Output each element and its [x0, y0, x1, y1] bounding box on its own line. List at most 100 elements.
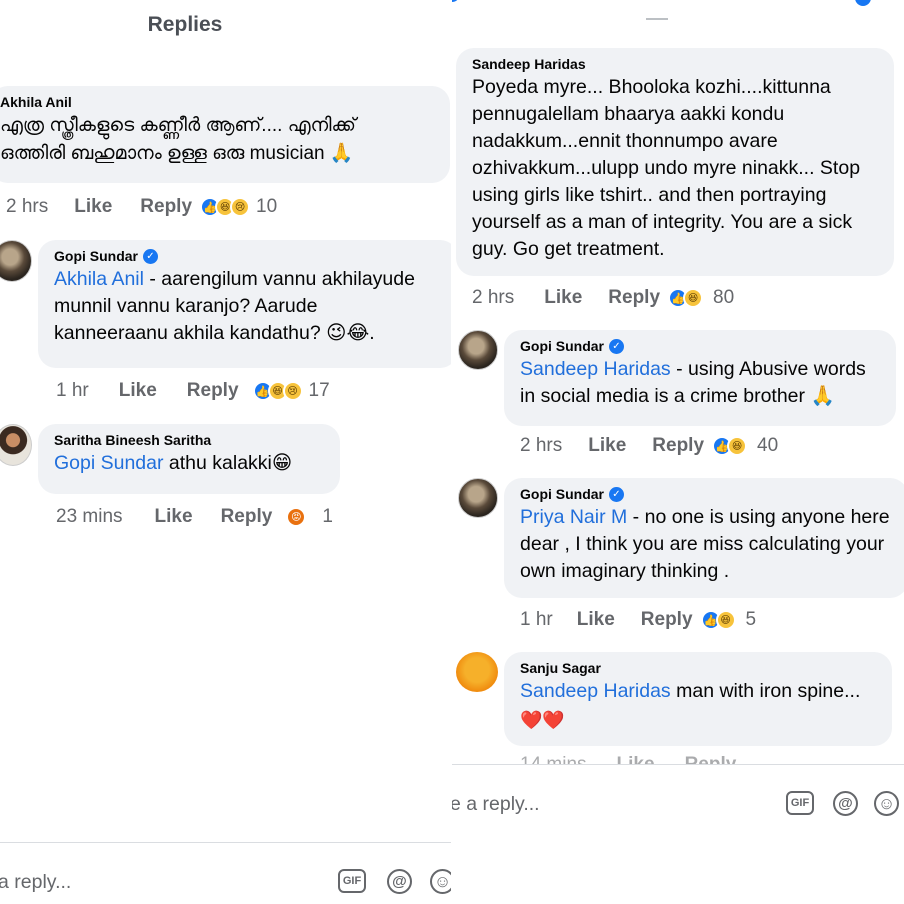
haha-reaction-icon: 😆: [715, 610, 736, 630]
gif-icon[interactable]: GIF: [338, 869, 366, 893]
comment-bubble: Sandeep Haridas Poyeda myre... Bhooloka …: [456, 48, 894, 276]
like-button[interactable]: Like: [577, 609, 615, 631]
comment-meta: 23 mins Like Reply 😡 1: [56, 506, 333, 528]
reaction-count: 40: [757, 435, 779, 456]
avatar[interactable]: [0, 424, 32, 466]
comment-author[interactable]: Gopi Sundar ✓: [520, 338, 882, 354]
reply-button[interactable]: Reply: [608, 287, 660, 309]
reply-input[interactable]: e a reply...: [452, 793, 540, 816]
reply-button[interactable]: Reply: [187, 380, 239, 402]
comment-author[interactable]: Sandeep Haridas: [472, 56, 880, 72]
comment-author[interactable]: Gopi Sundar ✓: [520, 486, 894, 502]
reaction-icons[interactable]: 👍 😆 😢: [252, 381, 303, 401]
comment-time[interactable]: 2 hrs: [472, 287, 514, 309]
verified-badge-icon: ✓: [143, 248, 158, 264]
reply-composer[interactable]: e a reply... GIF @ ☺: [452, 764, 904, 904]
right-screenshot: Sandeep Haridas Poyeda myre... Bhooloka …: [452, 0, 904, 904]
mention-link[interactable]: Sandeep Haridas: [520, 680, 671, 702]
reaction-count: 10: [256, 196, 278, 217]
comment-text: Priya Nair M - no one is using anyone he…: [520, 504, 894, 585]
comment-bubble: Saritha Bineesh Saritha Gopi Sundar athu…: [38, 424, 340, 494]
reply-button[interactable]: Reply: [221, 506, 273, 528]
author-name[interactable]: Gopi Sundar: [520, 338, 604, 354]
comment-text-body: athu kalakki😁: [163, 452, 293, 474]
top-remnant-icon: [855, 0, 871, 6]
comment-text-line: എത്ര സ്ത്രീകളുടെ കണ്ണീർ ആണ്.... എനിക്ക്: [0, 115, 356, 136]
page-title: Replies: [147, 13, 223, 36]
comment-text: Akhila Anil - aarengilum vannu akhilayud…: [54, 266, 444, 347]
sad-reaction-icon: 😢: [230, 197, 251, 217]
gif-icon[interactable]: GIF: [786, 791, 814, 815]
angry-reaction-icon: 😡: [286, 507, 307, 527]
author-name[interactable]: Gopi Sundar: [54, 248, 138, 264]
comment-time[interactable]: 1 hr: [56, 380, 89, 402]
mention-at-icon[interactable]: @: [387, 869, 412, 894]
comment-text: Sandeep Haridas man with iron spine...: [520, 678, 878, 705]
emoji-icon[interactable]: ☺: [874, 791, 899, 816]
mention-link[interactable]: Priya Nair M: [520, 506, 627, 528]
reaction-icons[interactable]: 👍 😆: [700, 610, 736, 630]
like-button[interactable]: Like: [119, 380, 157, 402]
comment-text-body: man with iron spine...: [670, 680, 861, 702]
reaction-count: 80: [713, 287, 735, 308]
comment-author[interactable]: Akhila Anil: [0, 94, 436, 110]
reaction-icons[interactable]: 😡: [286, 507, 307, 527]
haha-reaction-icon: 😆: [727, 436, 748, 456]
like-button[interactable]: Like: [74, 196, 112, 218]
sad-reaction-icon: 😢: [282, 381, 303, 401]
comment-author[interactable]: Sanju Sagar: [520, 660, 878, 676]
comment-bubble: Gopi Sundar ✓ Priya Nair M - no one is u…: [504, 478, 904, 598]
left-screenshot: Replies Akhila Anil എത്ര സ്ത്രീകളുടെ കണ്…: [0, 0, 452, 904]
comment-time[interactable]: 2 hrs: [6, 196, 48, 218]
comment-text: Gopi Sundar athu kalakki😁: [54, 450, 326, 477]
comment-meta: 2 hrs Like Reply 👍 😆 80: [472, 287, 734, 309]
comment-bubble: Akhila Anil എത്ര സ്ത്രീകളുടെ കണ്ണീർ ആണ്.…: [0, 86, 450, 183]
author-name[interactable]: Gopi Sundar: [520, 486, 604, 502]
comment-text: എത്ര സ്ത്രീകളുടെ കണ്ണീർ ആണ്.... എനിക്ക് …: [0, 112, 436, 168]
comment-author[interactable]: Saritha Bineesh Saritha: [54, 432, 326, 448]
emoji-icon[interactable]: ☺: [430, 869, 452, 894]
comment-meta: 2 hrs Like Reply 👍 😆 😢 10: [6, 196, 277, 218]
comment-meta: 1 hr Like Reply 👍 😆 5: [520, 609, 756, 631]
reply-button[interactable]: Reply: [140, 196, 192, 218]
comment-bubble: Gopi Sundar ✓ Akhila Anil - aarengilum v…: [38, 240, 452, 368]
mention-link[interactable]: Akhila Anil: [54, 268, 144, 290]
reaction-count: 17: [308, 380, 330, 401]
comment-author[interactable]: Gopi Sundar ✓: [54, 248, 444, 264]
heart-emojis: ❤️❤️: [520, 710, 565, 730]
mention-link[interactable]: Sandeep Haridas: [520, 358, 671, 380]
reply-button[interactable]: Reply: [641, 609, 693, 631]
mention-link[interactable]: Gopi Sundar: [54, 452, 164, 474]
comment-time[interactable]: 1 hr: [520, 609, 553, 631]
reaction-icons[interactable]: 👍 😆: [712, 436, 748, 456]
comment-bubble: Gopi Sundar ✓ Sandeep Haridas - using Ab…: [504, 330, 896, 426]
like-button[interactable]: Like: [544, 287, 582, 309]
avatar[interactable]: [458, 478, 498, 518]
comment-meta: 2 hrs Like Reply 👍 😆 40: [520, 435, 778, 457]
comment-time[interactable]: 23 mins: [56, 506, 123, 528]
reply-input[interactable]: a reply...: [0, 871, 71, 894]
reply-composer[interactable]: a reply... GIF @ ☺: [0, 842, 452, 904]
avatar[interactable]: [0, 240, 32, 282]
reaction-icons[interactable]: 👍 😆: [668, 288, 704, 308]
comment-text: Sandeep Haridas - using Abusive words in…: [520, 356, 882, 410]
verified-badge-icon: ✓: [609, 338, 624, 354]
reaction-icons[interactable]: 👍 😆 😢: [200, 197, 251, 217]
avatar[interactable]: [458, 330, 498, 370]
comment-bubble: Sanju Sagar Sandeep Haridas man with iro…: [504, 652, 892, 746]
comment-meta: 1 hr Like Reply 👍 😆 😢 17: [56, 380, 330, 402]
like-button[interactable]: Like: [588, 435, 626, 457]
reaction-count: 5: [745, 609, 757, 630]
verified-badge-icon: ✓: [609, 486, 624, 502]
reply-button[interactable]: Reply: [652, 435, 704, 457]
comment-time[interactable]: 2 hrs: [520, 435, 562, 457]
avatar[interactable]: [456, 652, 498, 692]
comment-text-line: ഒത്തിരി ബഹുമാനം ഉള്ള ഒരു musician 🙏: [0, 143, 354, 164]
top-remnant-icon: [452, 0, 460, 2]
drag-handle: [646, 18, 668, 20]
like-button[interactable]: Like: [155, 506, 193, 528]
reaction-count: 1: [322, 506, 333, 527]
haha-reaction-icon: 😆: [683, 288, 704, 308]
mention-at-icon[interactable]: @: [833, 791, 858, 816]
comment-text: Poyeda myre... Bhooloka kozhi....kittunn…: [472, 76, 861, 260]
